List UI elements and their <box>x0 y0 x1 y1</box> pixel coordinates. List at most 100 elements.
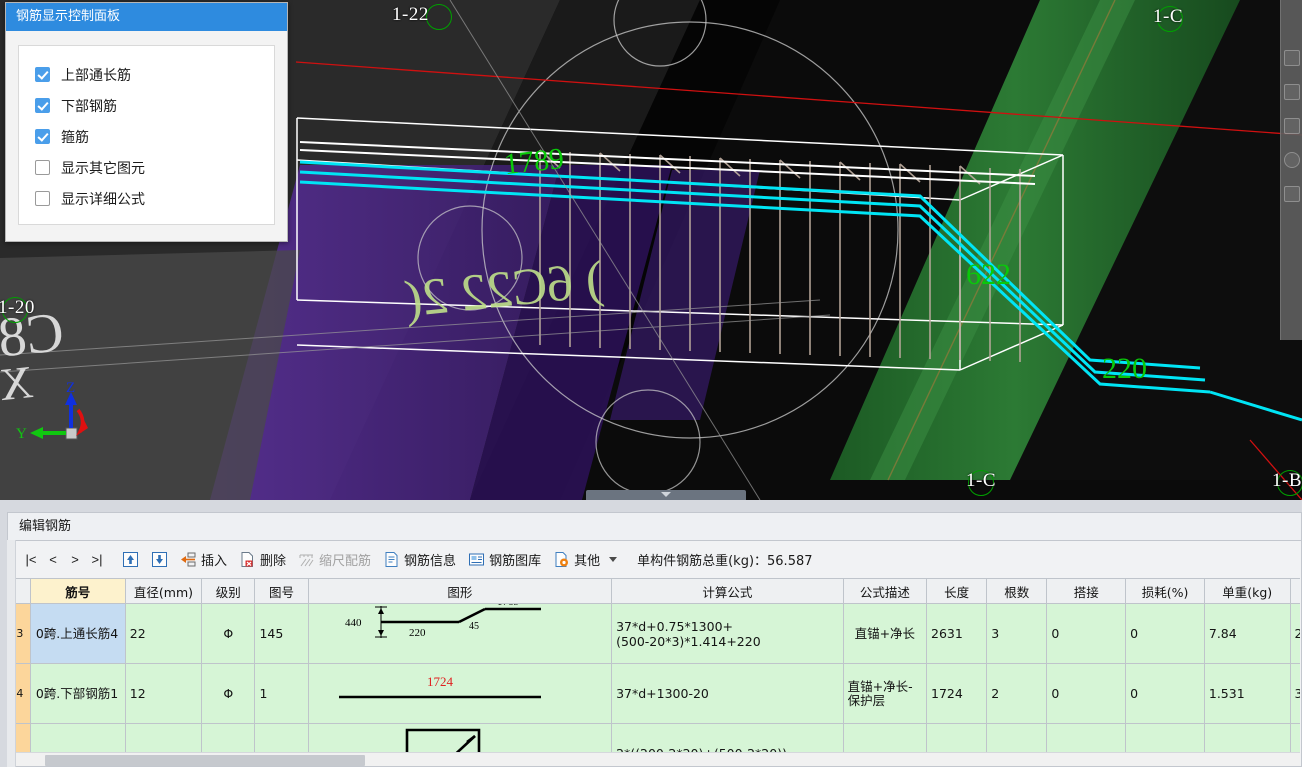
column-header-grade[interactable]: 级别 <box>201 578 256 604</box>
checkbox-icon[interactable] <box>35 67 50 82</box>
cell-grade[interactable] <box>201 723 256 752</box>
checkbox-icon[interactable] <box>35 191 50 206</box>
rebar-display-control-panel[interactable]: 钢筋显示控制面板 上部通长筋 下部钢筋 箍筋 显示其它图元 显示详细公式 <box>5 2 288 242</box>
viewport-collapse-handle[interactable] <box>586 490 746 500</box>
column-header-rebar-no[interactable]: 筋号 <box>29 578 126 604</box>
column-header-formula[interactable]: 计算公式 <box>611 578 844 604</box>
cell-formula-desc[interactable]: 直锚+净长-保护层 <box>842 663 928 724</box>
toolbar-icon-1[interactable] <box>1284 16 1300 32</box>
cell-count[interactable]: 3 <box>986 603 1048 664</box>
checkbox-row-stirrup[interactable]: 箍筋 <box>35 121 264 152</box>
rebar-table-container[interactable]: 筋号 直径(mm) 级别 图号 图形 计算公式 公式描述 长度 根数 搭接 损耗… <box>9 578 1300 752</box>
cell-rebar-no[interactable]: 0跨.上通长筋4 <box>29 603 126 664</box>
rebar-info-button[interactable]: 钢筋信息 <box>377 548 462 571</box>
column-header-total-weight[interactable]: 总重(kg) <box>1289 578 1300 604</box>
cell-shape[interactable] <box>307 723 613 752</box>
cell-formula-desc[interactable]: 直锚+净长 <box>842 603 928 664</box>
cell-diameter[interactable] <box>124 723 203 752</box>
cell-formula[interactable]: 37*d+1300-20 <box>611 663 844 724</box>
cell-lap[interactable]: 0 <box>1046 663 1127 724</box>
cell-count[interactable]: 2 <box>986 663 1048 724</box>
nav-first-button[interactable]: |< <box>20 552 42 567</box>
checkbox-icon[interactable] <box>35 129 50 144</box>
column-header-shape[interactable]: 图形 <box>307 578 613 604</box>
cell-rebar-no[interactable] <box>29 723 126 752</box>
checkbox-row-show-detailed-formula[interactable]: 显示详细公式 <box>35 183 264 214</box>
svg-text:1724: 1724 <box>427 674 454 689</box>
column-header-drawing-no[interactable]: 图号 <box>254 578 309 604</box>
cell-rebar-no[interactable]: 0跨.下部钢筋1 <box>29 663 126 724</box>
toolbar-icon-5[interactable] <box>1283 152 1300 168</box>
insert-icon <box>181 552 196 566</box>
toolbar-icon-6[interactable] <box>1283 186 1300 202</box>
edit-rebar-toolbar[interactable]: |< < > >| 插入 删除 缩尺配筋 钢筋信息 钢筋图库 其他 单构件钢筋总… <box>8 541 1301 577</box>
cell-diameter[interactable]: 22 <box>124 603 203 664</box>
control-panel-title: 钢筋显示控制面板 <box>6 3 287 31</box>
column-header-formula-desc[interactable]: 公式描述 <box>842 578 928 604</box>
cell-shape[interactable]: 1724 <box>307 663 613 724</box>
cell-unit-weight[interactable] <box>1203 723 1291 752</box>
column-header-unit-weight[interactable]: 单重(kg) <box>1203 578 1291 604</box>
svg-text:45: 45 <box>469 621 479 632</box>
checkbox-icon[interactable] <box>35 160 50 175</box>
nav-prev-button[interactable]: < <box>42 552 64 567</box>
toolbar-icon-4[interactable] <box>1283 118 1300 134</box>
column-header-length[interactable]: 长度 <box>925 578 988 604</box>
insert-button[interactable]: 插入 <box>174 548 233 571</box>
arrow-up-icon <box>123 551 138 567</box>
cell-loss[interactable] <box>1125 723 1205 752</box>
scrollbar-thumb[interactable] <box>45 755 365 766</box>
column-header-lap[interactable]: 搭接 <box>1046 578 1127 604</box>
checkbox-label: 上部通长筋 <box>61 67 131 84</box>
cell-total-weight[interactable]: 3.062 <box>1289 663 1300 724</box>
scale-rebar-button[interactable]: 缩尺配筋 <box>292 548 377 571</box>
nav-next-button[interactable]: > <box>64 552 86 567</box>
table-row[interactable]: 2*((200-2*20)+(500-2*20)) <box>9 723 1300 752</box>
cell-formula[interactable]: 2*((200-2*20)+(500-2*20)) <box>611 723 844 752</box>
cell-drawing-no[interactable] <box>254 723 309 752</box>
column-header-loss[interactable]: 损耗(%) <box>1125 578 1205 604</box>
cell-grade[interactable]: Φ <box>201 663 256 724</box>
cell-total-weight[interactable]: 23.52 <box>1289 603 1300 664</box>
straight-line-shape: 1724 <box>338 674 541 699</box>
cell-length[interactable] <box>925 723 988 752</box>
cell-total-weight[interactable] <box>1289 723 1300 752</box>
table-row[interactable]: 4 0跨.下部钢筋1 12 Φ 1 1724 37*d+1300-20 直锚+净… <box>9 663 1300 724</box>
checkbox-row-bottom-rebar[interactable]: 下部钢筋 <box>35 90 264 121</box>
column-header-count[interactable]: 根数 <box>986 578 1048 604</box>
toolbar-icon-2[interactable] <box>1283 50 1300 66</box>
table-horizontal-scrollbar[interactable] <box>9 752 1300 766</box>
cell-formula[interactable]: 37*d+0.75*1300+ (500-20*3)*1.414+220 <box>611 603 844 664</box>
other-button[interactable]: 其他 <box>547 548 623 571</box>
cell-shape[interactable]: 440 220 45 1769 <box>307 596 613 664</box>
move-down-button[interactable] <box>145 549 174 570</box>
cell-unit-weight[interactable]: 1.531 <box>1203 663 1291 724</box>
checkbox-row-show-other-elements[interactable]: 显示其它图元 <box>35 152 264 183</box>
total-weight-label: 单构件钢筋总重(kg)：56.587 <box>637 553 813 569</box>
cell-length[interactable]: 1724 <box>925 663 988 724</box>
viewport-right-toolbar[interactable] <box>1280 0 1302 340</box>
cell-grade[interactable]: Φ <box>201 603 256 664</box>
cell-loss[interactable]: 0 <box>1125 603 1205 664</box>
cell-loss[interactable]: 0 <box>1125 663 1205 724</box>
column-header-diameter[interactable]: 直径(mm) <box>124 578 203 604</box>
stirrup-shape <box>405 728 480 752</box>
checkbox-row-top-through-rebar[interactable]: 上部通长筋 <box>35 59 264 90</box>
toolbar-icon-3[interactable] <box>1283 84 1300 100</box>
chevron-down-icon[interactable] <box>609 556 618 562</box>
nav-last-button[interactable]: >| <box>86 552 108 567</box>
cell-count[interactable] <box>986 723 1048 752</box>
cell-drawing-no[interactable]: 145 <box>254 603 309 664</box>
move-up-button[interactable] <box>116 549 145 570</box>
cell-unit-weight[interactable]: 7.84 <box>1203 603 1291 664</box>
delete-button[interactable]: 删除 <box>233 548 292 571</box>
table-row[interactable]: 3 0跨.上通长筋4 22 Φ 145 440 220 45 37*d+0.75… <box>9 596 1300 664</box>
cell-length[interactable]: 2631 <box>925 603 988 664</box>
cell-lap[interactable]: 0 <box>1046 603 1127 664</box>
rebar-library-button[interactable]: 钢筋图库 <box>462 548 547 571</box>
checkbox-icon[interactable] <box>35 98 50 113</box>
cell-lap[interactable] <box>1046 723 1127 752</box>
cell-formula-desc[interactable] <box>842 723 928 752</box>
cell-drawing-no[interactable]: 1 <box>254 663 309 724</box>
cell-diameter[interactable]: 12 <box>124 663 203 724</box>
